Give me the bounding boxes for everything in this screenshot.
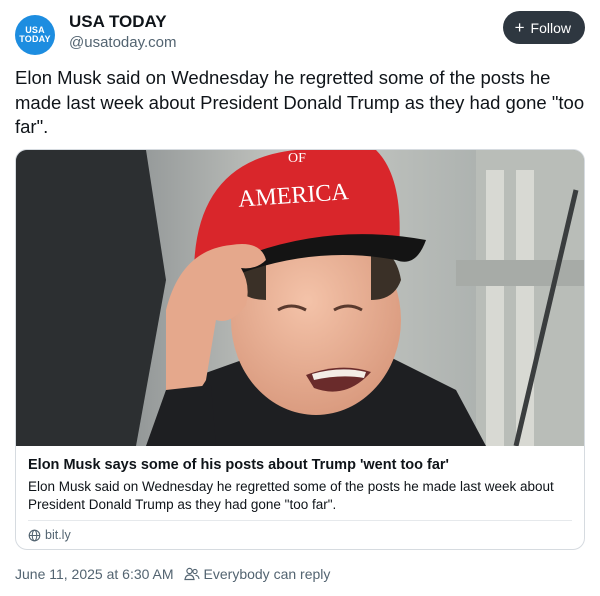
avatar-text-today: TODAY — [19, 34, 51, 44]
card-domain-text: bit.ly — [45, 528, 71, 542]
post-text: Elon Musk said on Wednesday he regretted… — [15, 67, 585, 137]
account-name[interactable]: USA TODAY — [69, 12, 167, 32]
post-footer: June 11, 2025 at 6:30 AM Everybody can r… — [15, 566, 330, 582]
card-domain[interactable]: bit.ly — [28, 528, 71, 542]
hat-text-of: OF — [288, 151, 306, 166]
account-handle[interactable]: @usatoday.com — [69, 34, 177, 51]
card-image[interactable]: OF AMERICA — [16, 150, 584, 446]
card-divider — [28, 520, 572, 521]
link-card[interactable]: OF AMERICA Elon Musk says some of his po… — [15, 149, 585, 550]
card-description: Elon Musk said on Wednesday he regretted… — [28, 479, 554, 512]
card-body: Elon Musk says some of his posts about T… — [28, 456, 576, 514]
post-header: USA TODAY USA TODAY @usatoday.com + Foll… — [15, 10, 585, 56]
follow-label: Follow — [530, 19, 571, 36]
photo-illustration: OF AMERICA — [16, 150, 584, 446]
people-icon — [183, 567, 200, 581]
follow-button[interactable]: + Follow — [502, 11, 585, 44]
plus-icon: + — [514, 18, 525, 37]
globe-icon — [28, 529, 41, 541]
reply-setting-text: Everybody can reply — [203, 566, 331, 582]
post-timestamp[interactable]: June 11, 2025 at 6:30 AM — [15, 566, 174, 582]
card-title[interactable]: Elon Musk says some of his posts about T… — [28, 456, 576, 474]
avatar[interactable]: USA TODAY — [15, 15, 55, 55]
reply-setting: Everybody can reply — [183, 566, 331, 582]
